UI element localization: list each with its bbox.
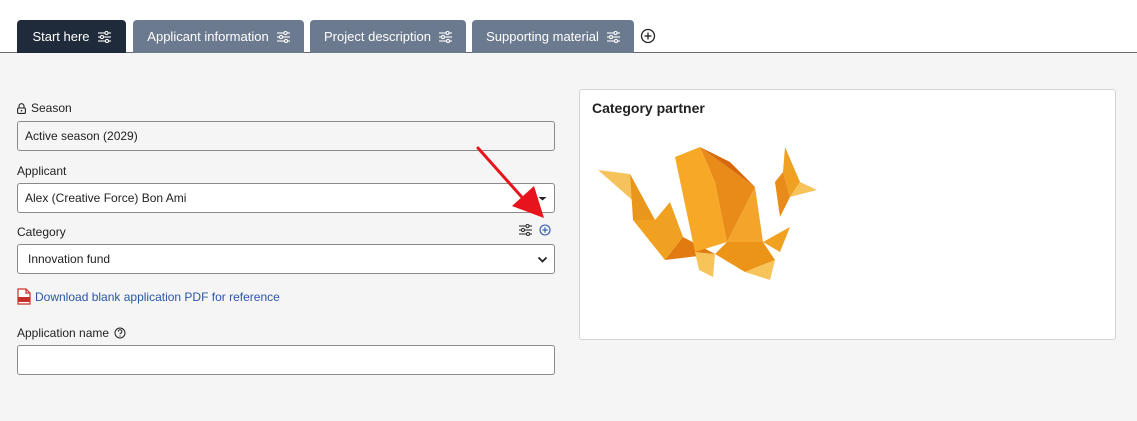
settings-sliders-icon [97,30,111,43]
origami-dragon-logo [598,147,817,280]
settings-sliders-icon [438,30,452,43]
tab-label: Project description [324,29,431,44]
applicant-label: Applicant [17,164,66,178]
tab-bar: Start here Applicant information Project… [0,0,1137,53]
category-label: Category [17,225,66,239]
applicant-label-text: Applicant [17,164,67,178]
chevron-down-icon [537,256,548,263]
panel-title: Category partner [592,100,705,116]
category-actions [519,224,551,236]
lock-icon [17,102,26,114]
tab-label: Applicant information [147,29,269,44]
settings-sliders-icon[interactable] [519,224,532,236]
tab-label: Start here [32,29,90,44]
download-pdf-link[interactable]: Download blank application PDF for refer… [17,288,280,305]
season-label: Season [17,101,72,115]
annotation-arrow [476,146,544,218]
settings-sliders-icon [606,30,620,43]
tab-start-here[interactable]: Start here [17,20,126,53]
add-category-icon[interactable] [539,224,551,236]
pdf-file-icon [17,288,31,305]
tab-project-description[interactable]: Project description [310,20,466,53]
season-label-text: Season [31,101,72,115]
season-value: Active season (2029) [25,129,138,143]
settings-sliders-icon [276,30,290,43]
category-select[interactable]: Innovation fund [17,244,555,274]
tab-supporting-material[interactable]: Supporting material [472,20,634,53]
application-name-label-text: Application name [17,326,110,340]
applicant-value: Alex (Creative Force) Bon Ami [25,191,187,205]
add-tab-icon[interactable] [640,28,656,44]
application-name-label: Application name [17,326,126,340]
tab-label: Supporting material [486,29,599,44]
category-label-text: Category [17,225,66,239]
help-icon[interactable] [114,327,126,339]
tab-applicant-information[interactable]: Applicant information [133,20,304,53]
application-name-input[interactable] [17,345,555,375]
download-pdf-link-text: Download blank application PDF for refer… [35,289,280,304]
category-value: Innovation fund [28,252,111,266]
category-partner-panel: Category partner [579,89,1116,340]
